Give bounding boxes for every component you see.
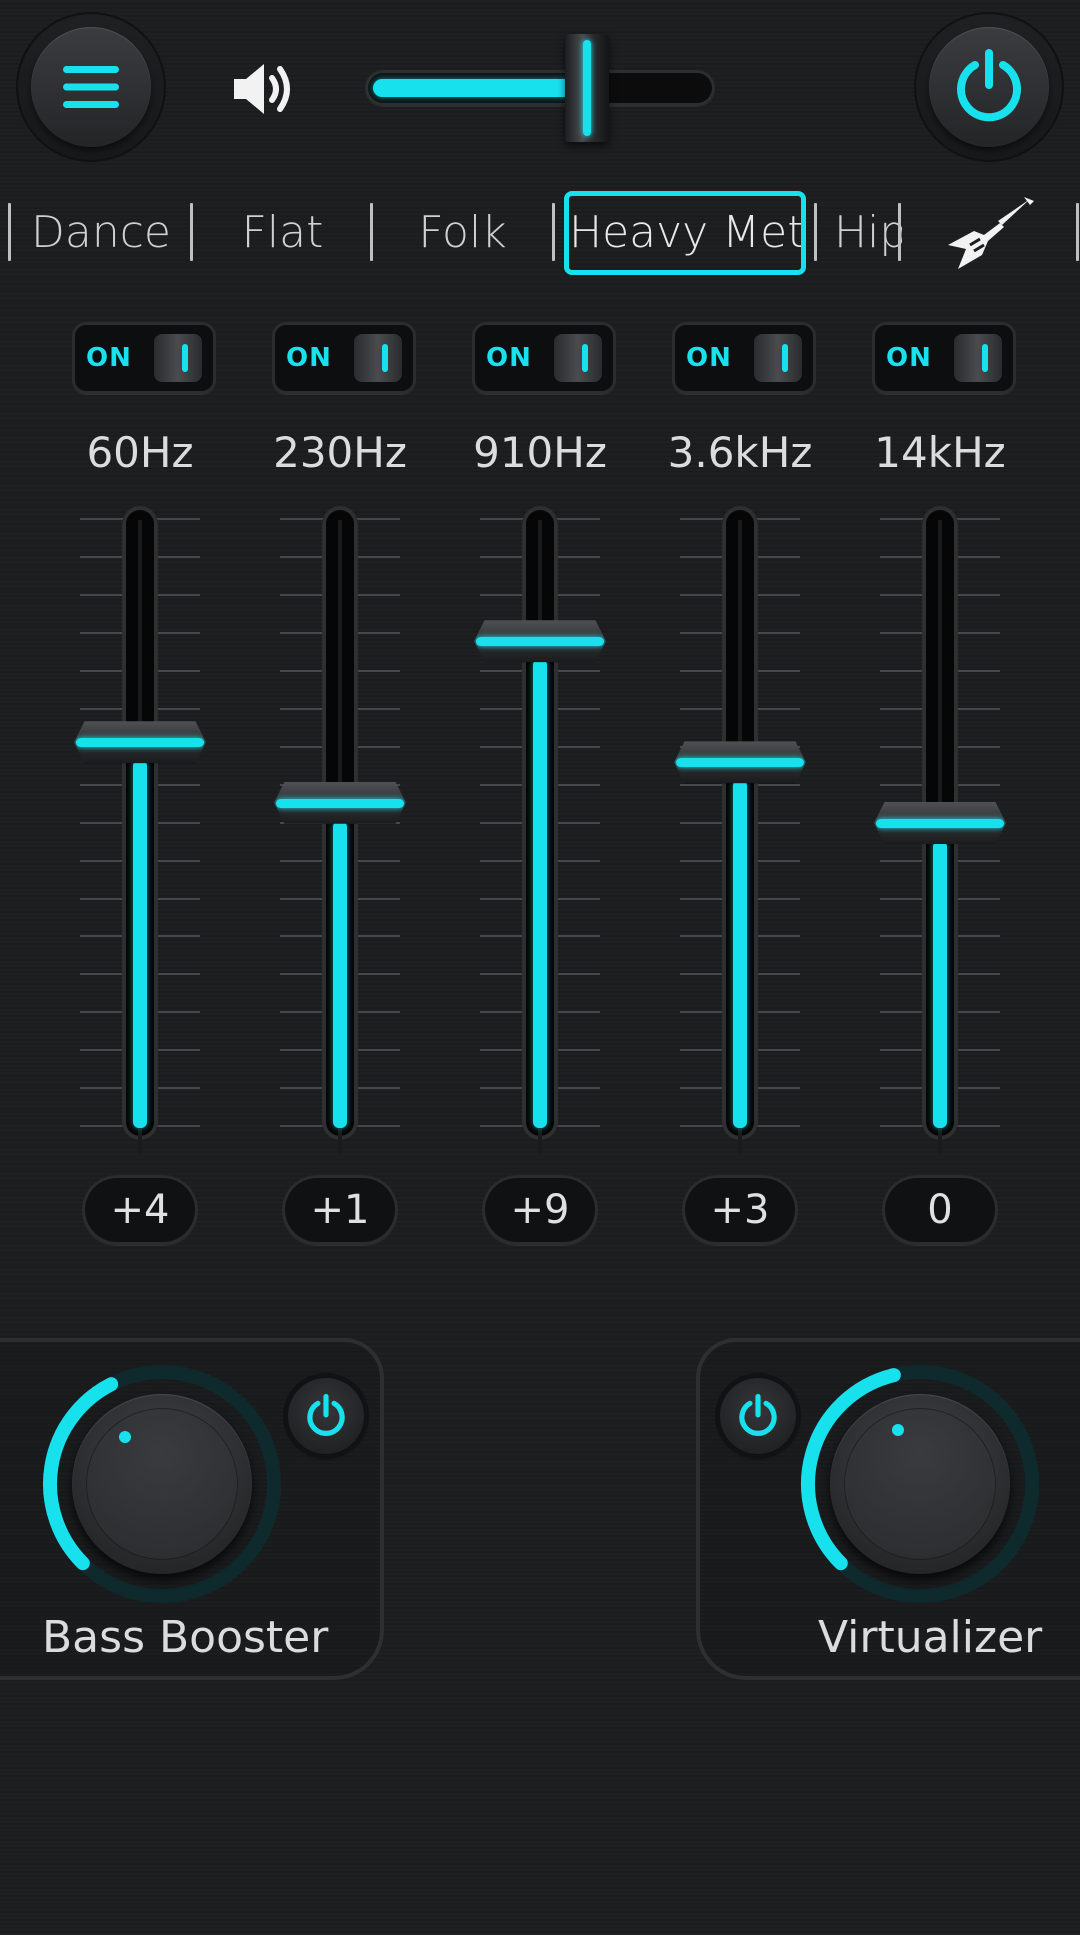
toggle-on-label: ON <box>686 343 732 373</box>
band-level-fill <box>733 780 747 1128</box>
bass-booster-knob[interactable] <box>42 1364 282 1604</box>
band-toggle[interactable]: ON <box>72 322 216 394</box>
toggle-knob <box>754 334 802 382</box>
virtualizer-label: Virtualizer <box>818 1612 1043 1663</box>
band-toggle[interactable]: ON <box>472 322 616 394</box>
virtualizer-power-button[interactable] <box>720 1378 796 1454</box>
knob-indicator-dot <box>119 1431 131 1443</box>
toggle-on-label: ON <box>886 343 932 373</box>
preset-separator <box>190 203 193 261</box>
volume-slider-thumb[interactable] <box>564 34 609 142</box>
menu-button[interactable] <box>16 12 166 162</box>
band-toggle[interactable]: ON <box>672 322 816 394</box>
toggle-knob <box>354 334 402 382</box>
band-3-6khz: ON 3.6kHz +3 <box>660 320 820 1250</box>
band-slider-thumb[interactable] <box>274 781 406 824</box>
band-230hz: ON 230Hz +1 <box>260 320 420 1250</box>
toggle-knob <box>154 334 202 382</box>
band-slider-track[interactable] <box>122 506 158 1154</box>
band-910hz: ON 910Hz +9 <box>460 320 620 1250</box>
band-slider-thumb[interactable] <box>74 721 206 764</box>
master-power-button[interactable] <box>914 12 1064 162</box>
bass-booster-power-button[interactable] <box>288 1378 364 1454</box>
band-gain-value: +4 <box>82 1175 198 1245</box>
power-icon <box>307 1393 345 1436</box>
knob-indicator-dot <box>892 1424 904 1436</box>
band-toggle[interactable]: ON <box>272 322 416 394</box>
preset-heavy-metal[interactable]: Heavy Metal <box>564 191 806 275</box>
preset-flat[interactable]: Flat <box>200 191 365 275</box>
preset-dance[interactable]: Dance <box>22 191 180 275</box>
band-gain-value: +9 <box>482 1175 598 1245</box>
band-frequency-label: 60Hz <box>86 428 194 477</box>
electric-guitar-icon[interactable] <box>944 195 1036 273</box>
band-gain-value: +1 <box>282 1175 398 1245</box>
toggle-on-label: ON <box>486 343 532 373</box>
preset-separator <box>898 203 901 261</box>
band-gain-value: 0 <box>882 1175 998 1245</box>
band-slider-thumb[interactable] <box>474 620 606 663</box>
preset-separator <box>1076 203 1079 261</box>
band-frequency-label: 3.6kHz <box>667 428 813 477</box>
band-level-fill <box>533 659 547 1128</box>
band-frequency-label: 14kHz <box>874 428 1006 477</box>
toggle-knob <box>554 334 602 382</box>
volume-slider[interactable] <box>365 34 715 142</box>
power-icon <box>739 1393 777 1436</box>
preset-carousel[interactable]: Dance Flat Folk Heavy Metal Hip <box>0 183 1080 283</box>
band-frequency-label: 910Hz <box>473 428 607 477</box>
band-slider-thumb[interactable] <box>674 741 806 784</box>
preset-separator <box>370 203 373 261</box>
band-toggle[interactable]: ON <box>872 322 1016 394</box>
band-14khz: ON 14kHz 0 <box>860 320 1020 1250</box>
preset-separator <box>552 203 555 261</box>
band-frequency-label: 230Hz <box>273 428 407 477</box>
band-level-fill <box>333 820 347 1128</box>
bass-booster-label: Bass Booster <box>42 1612 329 1663</box>
preset-separator <box>814 203 817 261</box>
preset-separator <box>8 203 11 261</box>
band-gain-value: +3 <box>682 1175 798 1245</box>
band-slider-track[interactable] <box>722 506 758 1154</box>
power-icon <box>957 49 1021 122</box>
hamburger-menu-icon <box>63 66 119 108</box>
preset-folk[interactable]: Folk <box>380 191 545 275</box>
band-slider-thumb[interactable] <box>874 802 1006 844</box>
band-slider-track[interactable] <box>522 506 558 1154</box>
virtualizer-panel: Virtualizer <box>696 1338 1080 1680</box>
toggle-on-label: ON <box>86 343 132 373</box>
preset-hip[interactable]: Hip <box>822 191 902 275</box>
toggle-knob <box>954 334 1002 382</box>
speaker-volume-icon[interactable] <box>230 58 296 120</box>
toggle-on-label: ON <box>286 343 332 373</box>
virtualizer-knob[interactable] <box>800 1364 1040 1604</box>
band-level-fill <box>933 841 947 1128</box>
bass-booster-panel: Bass Booster <box>0 1338 384 1680</box>
volume-level-fill <box>373 79 577 97</box>
band-level-fill <box>133 760 147 1128</box>
band-60hz: ON 60Hz +4 <box>60 320 220 1250</box>
